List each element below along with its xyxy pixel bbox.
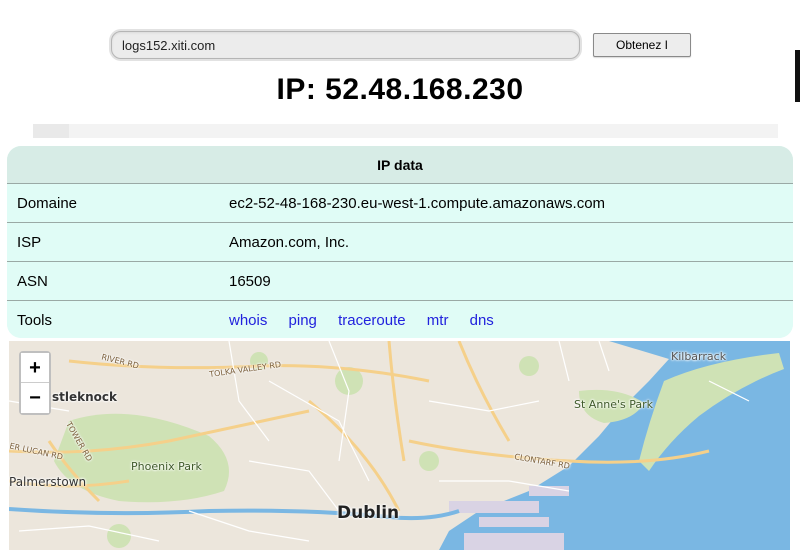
card-title: IP data (7, 146, 793, 184)
ip-data-card: IP data Domaine ec2-52-48-168-230.eu-wes… (7, 146, 793, 338)
zoom-in-button[interactable]: + (21, 353, 49, 383)
map-label-kilbarrack: Kilbarrack (671, 350, 727, 363)
zoom-control: + − (19, 351, 51, 415)
row-value: ec2-52-48-168-230.eu-west-1.compute.amaz… (229, 194, 606, 212)
map-view[interactable]: RIVER RD TOLKA VALLEY RD stleknock TOWER… (9, 341, 790, 550)
row-value: 16509 (229, 272, 271, 290)
divider-strip (33, 124, 778, 138)
map-label-castleknock: stleknock (52, 390, 117, 404)
map-label-palmerstown: Palmerstown (9, 475, 87, 489)
row-label: ASN (17, 272, 48, 290)
row-value: Amazon.com, Inc. (229, 233, 350, 251)
row-asn: ASN 16509 (7, 262, 793, 301)
zoom-out-button[interactable]: − (21, 383, 49, 413)
hostname-input[interactable] (111, 31, 580, 59)
map-label-st-annes-park: St Anne's Park (574, 398, 654, 411)
map-tiles (9, 341, 790, 550)
tool-link-traceroute[interactable]: traceroute (338, 312, 406, 329)
row-label: ISP (17, 233, 42, 251)
row-label: Tools (17, 312, 53, 329)
ip-heading: IP: 52.48.168.230 (276, 73, 524, 106)
map-label-dublin: Dublin (337, 503, 400, 523)
tool-link-ping[interactable]: ping (289, 312, 317, 329)
divider-strip-accent (33, 124, 69, 138)
tool-link-whois[interactable]: whois (229, 312, 267, 329)
tool-link-mtr[interactable]: mtr (427, 312, 449, 329)
row-domain: Domaine ec2-52-48-168-230.eu-west-1.comp… (7, 184, 793, 223)
get-ip-button[interactable]: Obtenez I (593, 33, 691, 57)
tools-links: whois ping traceroute mtr dns (217, 312, 793, 329)
row-label: Domaine (17, 194, 78, 212)
row-tools: Tools whois ping traceroute mtr dns (7, 301, 793, 338)
row-isp: ISP Amazon.com, Inc. (7, 223, 793, 262)
map-label-phoenix-park: Phoenix Park (131, 460, 202, 473)
search-bar: Obtenez I (111, 31, 691, 59)
tool-link-dns[interactable]: dns (470, 312, 494, 329)
